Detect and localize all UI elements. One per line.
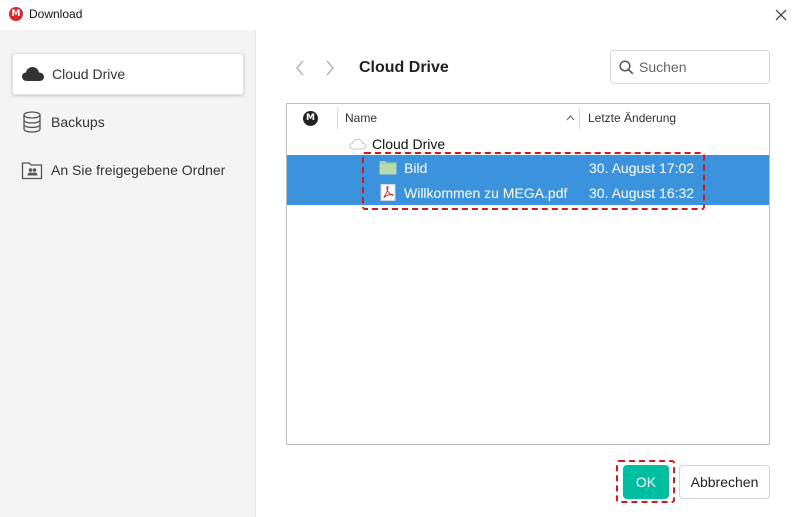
search-input[interactable] <box>639 59 759 75</box>
page-title: Cloud Drive <box>359 59 449 76</box>
column-header-name[interactable]: Name <box>345 104 577 132</box>
folder-icon <box>379 161 397 175</box>
sidebar-item-label: Cloud Drive <box>52 66 126 82</box>
title-bar: M Download <box>0 0 799 30</box>
file-modified-date: 30. August 17:02 <box>589 159 695 176</box>
window-title: Download <box>29 7 83 21</box>
back-button[interactable] <box>290 57 310 79</box>
chevron-right-icon <box>326 60 334 76</box>
table-row[interactable]: Bild 30. August 17:02 <box>287 155 769 180</box>
chevron-left-icon <box>296 60 304 76</box>
close-button[interactable] <box>763 0 799 30</box>
pdf-file-icon <box>380 184 396 201</box>
mega-logo-icon: M <box>303 110 318 126</box>
forward-button[interactable] <box>320 57 340 79</box>
tree-root-cloud-drive[interactable]: Cloud Drive <box>349 134 445 154</box>
column-header-modified[interactable]: Letzte Änderung <box>588 104 758 132</box>
shared-folder-icon <box>20 158 44 182</box>
column-header-label: Name <box>345 111 378 125</box>
column-separator <box>579 107 580 129</box>
mega-column-header[interactable]: M <box>303 104 323 132</box>
table-row[interactable]: Willkommen zu MEGA.pdf 30. August 16:32 <box>287 180 769 205</box>
database-icon <box>20 110 44 134</box>
sidebar: Cloud Drive Backups An Sie freigegebene … <box>0 30 256 517</box>
file-name: Willkommen zu MEGA.pdf <box>404 184 568 201</box>
mega-logo-icon: M <box>9 7 23 21</box>
close-icon <box>775 9 787 21</box>
ok-button[interactable]: OK <box>623 465 669 499</box>
file-modified-date: 30. August 16:32 <box>589 184 695 201</box>
cloud-icon <box>21 62 45 86</box>
column-separator <box>337 107 338 129</box>
sidebar-item-backups[interactable]: Backups <box>12 101 244 143</box>
file-list-panel: M Name Letzte Änderung Cloud Drive Bild … <box>286 103 770 445</box>
sidebar-item-shared-folders[interactable]: An Sie freigegebene Ordner <box>12 149 244 191</box>
sort-ascending-icon <box>566 115 575 121</box>
search-icon <box>619 59 634 74</box>
sidebar-item-label: An Sie freigegebene Ordner <box>51 162 226 178</box>
sidebar-item-label: Backups <box>51 114 105 130</box>
cloud-outline-icon <box>349 138 367 150</box>
file-name: Bild <box>404 159 428 176</box>
tree-root-label: Cloud Drive <box>372 136 446 152</box>
search-box[interactable] <box>610 50 770 84</box>
sidebar-item-cloud-drive[interactable]: Cloud Drive <box>12 53 244 95</box>
column-header-label: Letzte Änderung <box>588 111 677 125</box>
cancel-button[interactable]: Abbrechen <box>679 465 770 499</box>
